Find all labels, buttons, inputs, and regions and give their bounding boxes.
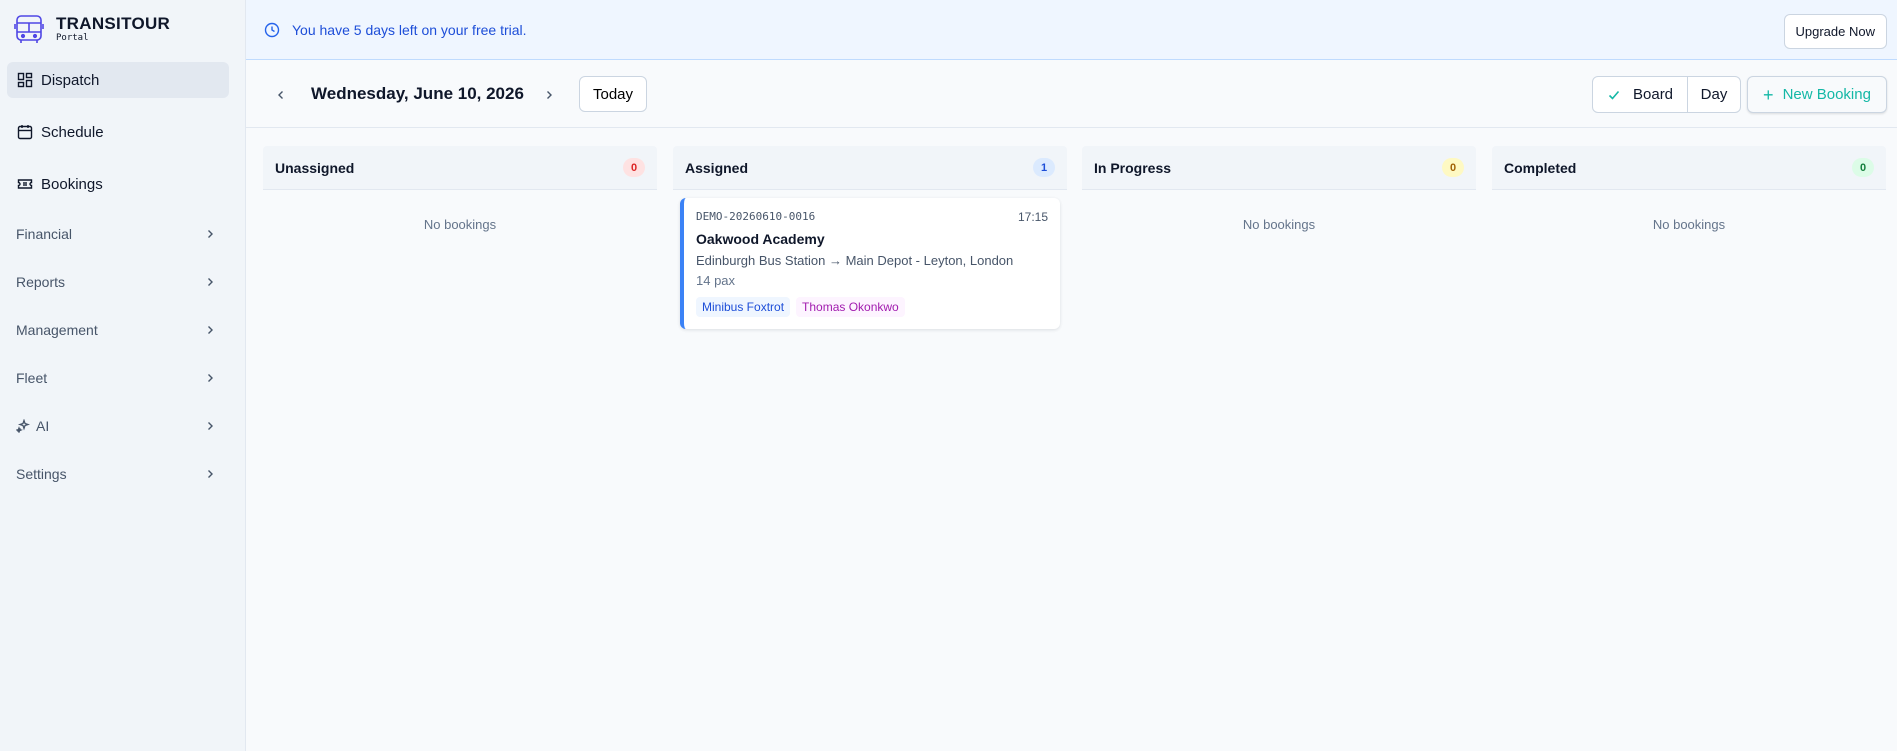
column-header: Unassigned 0 — [263, 146, 657, 190]
driver-chip: Thomas Okonkwo — [796, 297, 905, 317]
booking-route: Edinburgh Bus Station → Main Depot - Ley… — [696, 253, 1014, 268]
sidebar-group-settings[interactable]: Settings — [0, 459, 230, 489]
booking-passengers: 14 pax — [696, 273, 736, 288]
booking-client: Oakwood Academy — [696, 231, 825, 247]
brand-title: TRANSITOUR — [56, 14, 171, 33]
count-badge: 0 — [1442, 158, 1464, 177]
sidebar-group-label: Fleet — [16, 370, 48, 386]
count-badge: 0 — [1852, 158, 1874, 177]
sidebar-group-fleet[interactable]: Fleet — [0, 363, 230, 393]
booking-time: 17:15 — [1017, 210, 1048, 224]
new-booking-label: New Booking — [1782, 86, 1871, 103]
calendar-icon — [17, 124, 33, 140]
brand-logo[interactable]: TRANSITOUR Portal — [0, 0, 245, 58]
sidebar-item-label: Dispatch — [41, 71, 100, 89]
column-assigned: Assigned 1 DEMO-20260610-0016 17:15 Oakw… — [673, 146, 1067, 329]
sidebar-item-label: Bookings — [41, 175, 103, 193]
chevron-right-icon — [547, 91, 552, 99]
sidebar-group-label: Settings — [16, 466, 67, 482]
column-in-progress: In Progress 0 No bookings — [1082, 146, 1476, 232]
column-header: In Progress 0 — [1082, 146, 1476, 190]
sidebar-groups: Financial Reports Management Fleet AI Se — [0, 219, 230, 507]
new-booking-button[interactable]: + New Booking — [1747, 76, 1887, 113]
bus-icon — [14, 15, 44, 43]
empty-state: No bookings — [423, 217, 497, 232]
chevron-right-icon — [208, 422, 213, 430]
chevron-right-icon — [208, 374, 213, 382]
board-view-button[interactable]: Board — [1593, 77, 1688, 112]
column-completed: Completed 0 No bookings — [1492, 146, 1886, 232]
booking-card[interactable]: DEMO-20260610-0016 17:15 Oakwood Academy… — [680, 198, 1060, 329]
column-unassigned: Unassigned 0 No bookings — [263, 146, 657, 232]
current-date: Wednesday, June 10, 2026 — [311, 84, 524, 103]
booking-assignments: Minibus Foxtrot Thomas Okonkwo — [696, 297, 1048, 317]
vehicle-chip: Minibus Foxtrot — [696, 297, 791, 317]
sidebar-group-management[interactable]: Management — [0, 315, 230, 345]
sidebar-group-reports[interactable]: Reports — [0, 267, 230, 297]
chevron-right-icon — [208, 230, 213, 238]
count-badge: 1 — [1033, 158, 1055, 177]
sidebar: TRANSITOUR Portal Dispatch Schedule Book… — [0, 0, 246, 751]
column-title: Completed — [1504, 159, 1577, 176]
column-header: Completed 0 — [1492, 146, 1886, 190]
sidebar-group-ai[interactable]: AI — [0, 411, 230, 441]
board-view-label: Board — [1633, 86, 1674, 103]
empty-state: No bookings — [1652, 217, 1726, 232]
sidebar-group-label: Financial — [16, 226, 73, 242]
day-view-button[interactable]: Day — [1688, 77, 1740, 112]
trial-banner: You have 5 days left on your free trial.… — [246, 0, 1897, 60]
sidebar-group-financial[interactable]: Financial — [0, 219, 230, 249]
sidebar-group-label: AI — [36, 418, 50, 434]
sidebar-item-bookings[interactable]: Bookings — [7, 166, 229, 202]
count-badge: 0 — [623, 158, 645, 177]
dashboard-icon — [17, 72, 33, 88]
sidebar-group-label-wrap: AI — [16, 418, 49, 434]
plus-icon: + — [1763, 84, 1774, 105]
booking-reference: DEMO-20260610-0016 — [696, 210, 816, 223]
today-button[interactable]: Today — [579, 76, 647, 112]
clock-icon — [264, 22, 280, 38]
check-icon — [1607, 88, 1621, 102]
main-content: You have 5 days left on your free trial.… — [246, 0, 1897, 751]
column-title: Assigned — [685, 159, 749, 176]
next-day-button[interactable] — [538, 84, 560, 106]
column-title: Unassigned — [275, 159, 355, 176]
upgrade-now-button[interactable]: Upgrade Now — [1783, 14, 1887, 49]
chevron-right-icon — [208, 470, 213, 478]
sidebar-group-label: Reports — [16, 274, 66, 290]
chevron-right-icon — [208, 278, 213, 286]
ticket-icon — [17, 176, 33, 192]
previous-day-button[interactable] — [270, 84, 292, 106]
sidebar-item-dispatch[interactable]: Dispatch — [7, 62, 229, 98]
brand-subtitle: Portal — [56, 33, 89, 43]
column-header: Assigned 1 — [673, 146, 1067, 190]
main-nav: Dispatch Schedule Bookings — [7, 62, 229, 218]
dispatch-toolbar: Wednesday, June 10, 2026 Today Board Day… — [246, 60, 1897, 128]
sidebar-item-label: Schedule — [41, 123, 104, 141]
empty-state: No bookings — [1242, 217, 1316, 232]
sidebar-item-schedule[interactable]: Schedule — [7, 114, 229, 150]
view-toggle: Board Day — [1592, 76, 1741, 113]
column-title: In Progress — [1094, 159, 1172, 176]
trial-message: You have 5 days left on your free trial. — [292, 21, 527, 38]
sidebar-group-label: Management — [16, 322, 98, 338]
sparkles-icon — [16, 419, 30, 433]
chevron-left-icon — [278, 91, 283, 99]
chevron-right-icon — [208, 326, 213, 334]
